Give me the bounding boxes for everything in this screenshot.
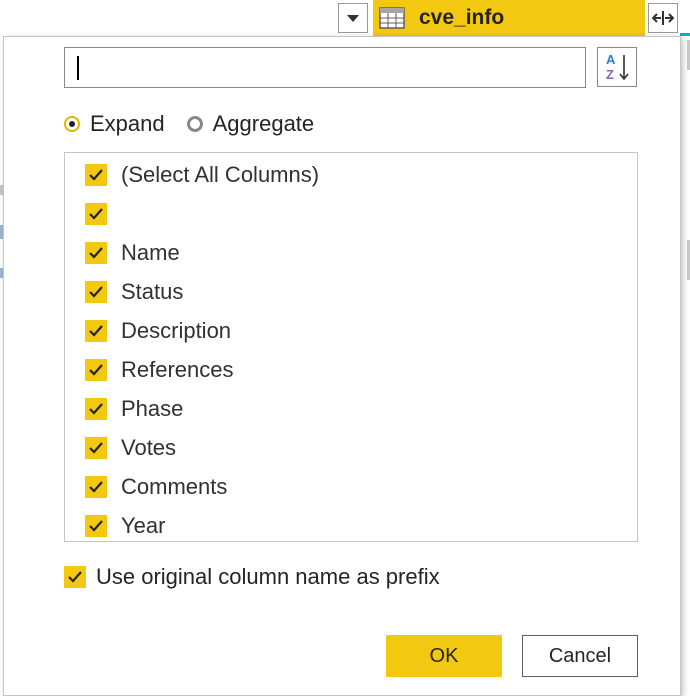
- list-item-label: Votes: [121, 435, 177, 460]
- table-icon: [379, 7, 405, 29]
- mode-radio-group: Expand Aggregate: [64, 109, 336, 139]
- chevron-down-icon: [347, 15, 359, 22]
- list-item-label: Phase: [121, 396, 184, 421]
- checkmark-icon: [89, 403, 103, 415]
- column-header-title: cve_info: [419, 6, 505, 29]
- search-input[interactable]: [64, 47, 586, 88]
- svg-text:A: A: [606, 52, 616, 67]
- list-item-year[interactable]: Year: [85, 511, 165, 541]
- list-item-label: References: [121, 357, 234, 382]
- list-item-label: Status: [121, 279, 184, 304]
- sort-az-button[interactable]: A Z: [597, 47, 637, 87]
- text-cursor: [77, 56, 79, 80]
- checkbox[interactable]: [85, 281, 107, 303]
- checkmark-icon: [89, 442, 103, 454]
- cancel-button[interactable]: Cancel: [522, 635, 638, 677]
- expand-column-screen: cve_info A Z Expand Aggregate (Select Al…: [0, 0, 690, 696]
- column-filter-dropdown-button[interactable]: [338, 3, 368, 33]
- expand-radio-option[interactable]: Expand: [64, 111, 165, 137]
- list-item-label: Comments: [121, 474, 228, 499]
- ok-button[interactable]: OK: [386, 635, 502, 677]
- list-item-comments[interactable]: Comments: [85, 472, 227, 502]
- svg-text:Z: Z: [606, 67, 614, 82]
- checkbox[interactable]: [85, 242, 107, 264]
- checkbox[interactable]: [85, 320, 107, 342]
- checkmark-icon: [89, 520, 103, 532]
- column-header-cve-info[interactable]: cve_info: [373, 0, 645, 36]
- list-item-votes[interactable]: Votes: [85, 433, 176, 463]
- list-item-label: Description: [121, 318, 232, 343]
- list-item-blank[interactable]: [85, 199, 121, 229]
- column-list: (Select All Columns) Name Status Descrip…: [64, 152, 638, 542]
- expand-columns-popup: A Z Expand Aggregate (Select All Columns…: [3, 36, 681, 696]
- checkmark-icon: [89, 325, 103, 337]
- list-item-status[interactable]: Status: [85, 277, 183, 307]
- list-item-description[interactable]: Description: [85, 316, 231, 346]
- expand-radio[interactable]: [64, 116, 80, 132]
- expand-radio-label: Expand: [90, 111, 165, 136]
- list-item-name[interactable]: Name: [85, 238, 180, 268]
- checkmark-icon: [68, 571, 82, 583]
- prefix-checkbox[interactable]: [64, 566, 86, 588]
- prefix-option[interactable]: Use original column name as prefix: [64, 562, 440, 592]
- list-item-select-all[interactable]: (Select All Columns): [85, 160, 319, 190]
- checkbox[interactable]: [85, 515, 107, 537]
- aggregate-radio-label: Aggregate: [212, 111, 315, 136]
- checkmark-icon: [89, 208, 103, 220]
- checkmark-icon: [89, 364, 103, 376]
- list-item-label: Year: [121, 513, 166, 538]
- checkmark-icon: [89, 481, 103, 493]
- checkbox[interactable]: [85, 437, 107, 459]
- list-item-phase[interactable]: Phase: [85, 394, 183, 424]
- checkmark-icon: [89, 286, 103, 298]
- prefix-option-label: Use original column name as prefix: [96, 564, 440, 589]
- sort-az-icon: A Z: [606, 52, 629, 82]
- aggregate-radio[interactable]: [186, 116, 203, 132]
- expand-arrows-icon: [652, 11, 674, 25]
- checkbox[interactable]: [85, 359, 107, 381]
- checkmark-icon: [89, 169, 103, 181]
- list-item-label: Name: [121, 240, 180, 265]
- checkbox[interactable]: [85, 398, 107, 420]
- list-item-label: (Select All Columns): [121, 162, 320, 187]
- checkmark-icon: [89, 247, 103, 259]
- column-quality-indicator: [680, 33, 690, 36]
- checkbox[interactable]: [85, 203, 107, 225]
- checkbox[interactable]: [85, 164, 107, 186]
- aggregate-radio-option[interactable]: Aggregate: [186, 111, 315, 137]
- checkbox[interactable]: [85, 476, 107, 498]
- expand-column-button[interactable]: [648, 3, 678, 33]
- list-item-references[interactable]: References: [85, 355, 234, 385]
